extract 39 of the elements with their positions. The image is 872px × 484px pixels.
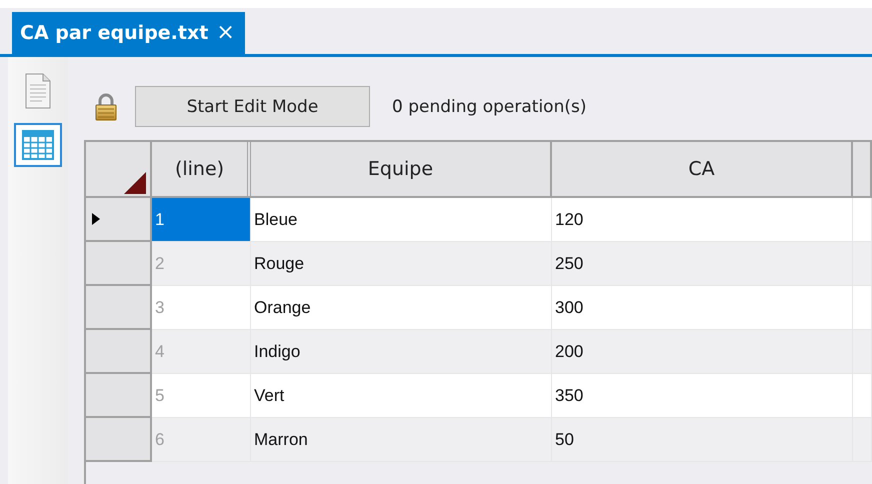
table-cell[interactable] bbox=[853, 330, 872, 374]
pending-status: 0 pending operation(s) bbox=[392, 96, 586, 116]
table-cell[interactable]: Rouge bbox=[251, 242, 552, 286]
row-header[interactable] bbox=[86, 286, 152, 330]
column-header[interactable]: CA bbox=[552, 142, 853, 196]
start-edit-button[interactable]: Start Edit Mode bbox=[135, 86, 370, 127]
table-icon bbox=[22, 130, 54, 160]
table-cell[interactable] bbox=[853, 286, 872, 330]
row-header[interactable] bbox=[86, 330, 152, 374]
table-cell[interactable]: Marron bbox=[251, 418, 552, 462]
close-icon[interactable]: × bbox=[216, 22, 235, 44]
table-cell[interactable]: 120 bbox=[552, 198, 853, 242]
corner-triangle-icon bbox=[124, 172, 146, 194]
column-header[interactable]: (line) bbox=[152, 142, 251, 196]
row-header[interactable] bbox=[86, 374, 152, 418]
table-cell[interactable] bbox=[853, 374, 872, 418]
table-cell[interactable]: Bleue bbox=[251, 198, 552, 242]
table-cell[interactable] bbox=[853, 242, 872, 286]
table-cell[interactable]: Vert bbox=[251, 374, 552, 418]
current-row-icon bbox=[92, 213, 100, 225]
row-header[interactable] bbox=[86, 242, 152, 286]
table-cell[interactable] bbox=[853, 418, 872, 462]
table-cell[interactable]: 250 bbox=[552, 242, 853, 286]
file-tab[interactable]: CA par equipe.txt × bbox=[12, 12, 245, 54]
table-cell[interactable]: Orange bbox=[251, 286, 552, 330]
column-header[interactable]: Equipe bbox=[251, 142, 552, 196]
corner-header[interactable] bbox=[86, 142, 152, 196]
tab-title: CA par equipe.txt bbox=[20, 22, 208, 44]
row-header[interactable] bbox=[86, 418, 152, 462]
table-view-button[interactable] bbox=[14, 123, 62, 167]
table-cell[interactable]: 350 bbox=[552, 374, 853, 418]
document-icon bbox=[25, 73, 51, 109]
table-cell[interactable]: Indigo bbox=[251, 330, 552, 374]
table-cell[interactable]: 50 bbox=[552, 418, 853, 462]
line-number-cell[interactable]: 1 bbox=[152, 198, 251, 242]
column-header[interactable] bbox=[853, 142, 872, 196]
table-cell[interactable] bbox=[853, 198, 872, 242]
table-cell[interactable]: 300 bbox=[552, 286, 853, 330]
table-cell[interactable]: 200 bbox=[552, 330, 853, 374]
